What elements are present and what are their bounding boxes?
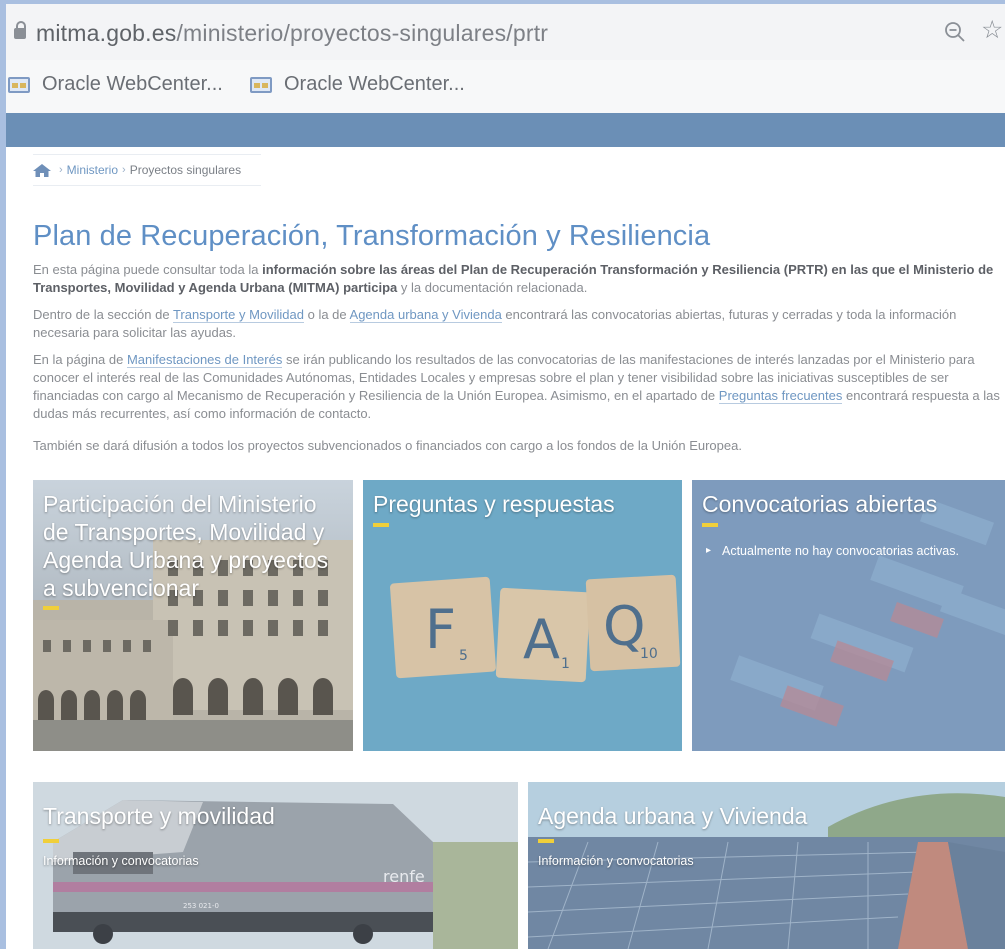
tile-subtitle: Información y convocatorias [538,854,694,868]
tile-accent-dash [43,606,59,610]
home-icon[interactable] [33,163,51,177]
webcenter-icon [8,76,30,93]
breadcrumb-separator: › [122,164,126,176]
tile-title: Participación del Ministerio de Transpor… [43,491,329,601]
bookmark-label: Oracle WebCenter... [42,73,223,95]
text: Actualmente no hay convocatorias activas… [722,544,959,558]
faq-blocks-image: F 5 A 1 Q 10 [390,574,681,683]
sections-paragraph: Dentro de la sección de Transporte y Mov… [33,306,1001,342]
block-sub-1: 1 [561,656,570,672]
block-sub-10: 10 [640,646,658,662]
address-bar[interactable]: mitma.gob.es/ministerio/proyectos-singul… [6,4,1005,60]
lock-icon[interactable] [14,21,26,39]
link-manifestaciones-interes[interactable]: Manifestaciones de Interés [126,352,283,368]
tile-subtitle: Información y convocatorias [43,854,199,868]
site-header-banner [6,113,1005,147]
webcenter-icon [250,76,272,93]
tile-participacion[interactable]: Participación del Ministerio de Transpor… [33,480,353,751]
page-title: Plan de Recuperación, Transformación y R… [33,220,711,252]
tile-accent-dash [538,839,554,843]
tile-accent-dash [702,523,718,527]
tile-convocatorias-abiertas[interactable]: Convocatorias abiertas Actualmente no ha… [692,480,1005,751]
text: Dentro de la sección de [33,307,173,322]
zoom-out-icon[interactable] [944,21,966,43]
block-sub-5: 5 [459,648,468,664]
tile-agenda-urbana-vivienda[interactable]: Agenda urbana y Vivienda Información y c… [528,782,1005,949]
tile-title: Transporte y movilidad [43,803,275,829]
text: y la documentación relacionada. [397,280,588,295]
difusion-paragraph: También se dará difusión a todos los pro… [33,438,742,453]
bookmark-star-icon[interactable]: ☆ [981,18,1003,43]
tile-accent-dash [43,839,59,843]
breadcrumb-ministerio[interactable]: Ministerio [67,163,118,177]
text: En esta página puede consultar toda la [33,262,263,277]
text: o la de [303,307,350,322]
url-text[interactable]: mitma.gob.es/ministerio/proyectos-singul… [36,20,548,47]
calendar-pattern-image [730,498,1005,727]
manifestaciones-paragraph: En la página de Manifestaciones de Inter… [33,351,1001,423]
bookmark-label: Oracle WebCenter... [284,73,465,95]
tile-title: Agenda urbana y Vivienda [538,803,808,829]
link-preguntas-frecuentes[interactable]: Preguntas frecuentes [718,388,843,404]
tile-title: Convocatorias abiertas [702,491,938,517]
breadcrumb-separator: › [59,164,63,176]
tile-transporte-movilidad[interactable]: renfe 253 021-0 Transporte y movilidad I… [33,782,518,949]
train-brand-text: renfe [383,867,425,886]
url-path: /ministerio/proyectos-singulares/prtr [176,20,549,46]
link-transporte-movilidad[interactable]: Transporte y Movilidad [172,307,304,323]
intro-paragraph: En esta página puede consultar toda la i… [33,261,1001,297]
tile-preguntas-respuestas[interactable]: Preguntas y respuestas F 5 A 1 Q 10 [363,480,682,751]
breadcrumb: › Ministerio › Proyectos singulares [33,154,261,186]
breadcrumb-current: Proyectos singulares [129,163,242,177]
bookmark-oracle-1[interactable]: Oracle WebCenter... [8,73,223,96]
link-agenda-urbana-vivienda[interactable]: Agenda urbana y Vivienda [349,307,502,323]
bookmark-oracle-2[interactable]: Oracle WebCenter... [250,73,465,96]
block-letter-a: A [523,608,560,671]
url-host: mitma.gob.es [36,20,177,46]
train-number-text: 253 021-0 [183,902,219,910]
block-letter-f: F [425,598,456,661]
bookmarks-bar: Oracle WebCenter... Oracle WebCenter... [6,60,1005,113]
text: En la página de [33,352,127,367]
convocatorias-status: Actualmente no hay convocatorias activas… [706,543,976,559]
